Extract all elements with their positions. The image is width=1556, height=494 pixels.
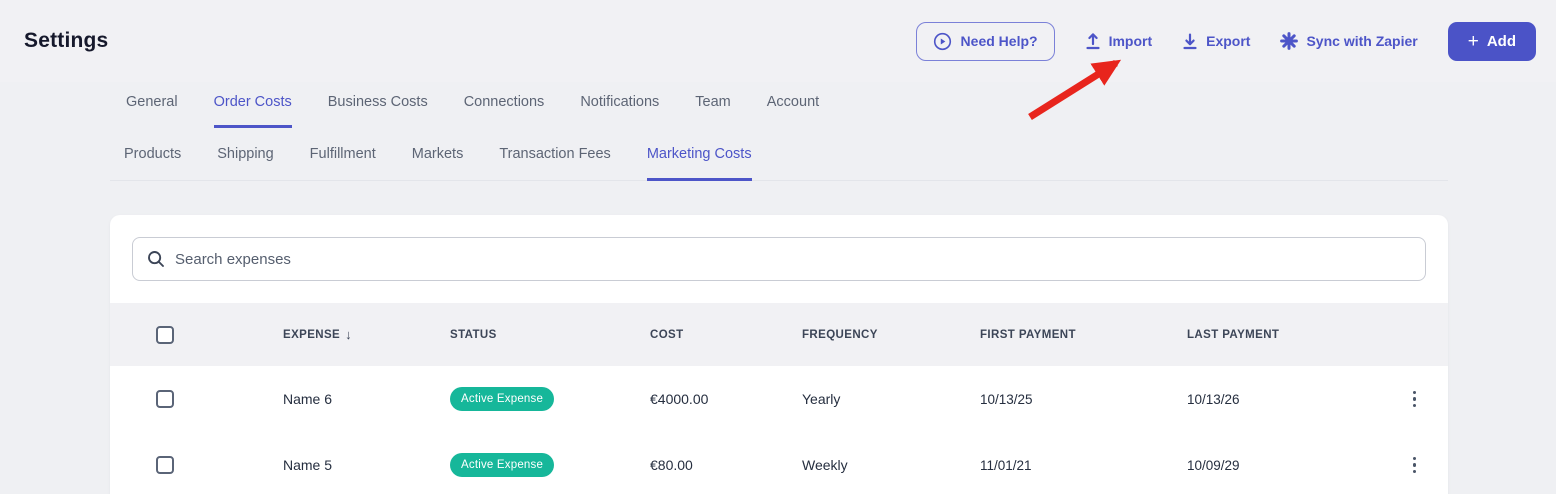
frequency-value: Yearly [802, 391, 980, 407]
expenses-card: EXPENSE ↓ STATUS COST FREQUENCY FIRST PA… [110, 215, 1448, 494]
search-bar [132, 237, 1426, 281]
export-button[interactable]: Export [1182, 32, 1250, 50]
download-icon [1182, 32, 1198, 50]
row-actions-menu-icon[interactable] [1407, 453, 1423, 478]
column-header-frequency[interactable]: FREQUENCY [802, 329, 980, 341]
status-badge: Active Expense [450, 453, 554, 477]
table-row: Name 5 Active Expense €80.00 Weekly 11/0… [110, 432, 1448, 494]
import-button[interactable]: Import [1085, 32, 1153, 50]
settings-tabs: General Order Costs Business Costs Conne… [126, 82, 1556, 128]
import-label: Import [1109, 33, 1153, 49]
column-header-last-payment[interactable]: LAST PAYMENT [1187, 329, 1366, 341]
table-header-row: EXPENSE ↓ STATUS COST FREQUENCY FIRST PA… [110, 303, 1448, 366]
tab-account[interactable]: Account [767, 94, 819, 128]
frequency-value: Weekly [802, 457, 980, 473]
first-payment-date: 10/13/25 [980, 392, 1187, 407]
search-input[interactable] [175, 251, 1411, 268]
subtab-products[interactable]: Products [124, 146, 181, 181]
need-help-label: Need Help? [961, 33, 1038, 49]
sync-label: Sync with Zapier [1306, 33, 1417, 49]
tab-team[interactable]: Team [695, 94, 730, 128]
add-label: Add [1487, 33, 1516, 50]
row-checkbox[interactable] [156, 390, 174, 408]
select-all-checkbox[interactable] [156, 326, 174, 344]
add-button[interactable]: + Add [1448, 22, 1536, 61]
sort-descending-icon[interactable]: ↓ [345, 327, 352, 342]
expense-name: Name 5 [283, 457, 450, 473]
topbar-actions: Need Help? Import Export [916, 22, 1536, 61]
tab-notifications[interactable]: Notifications [580, 94, 659, 128]
tab-business-costs[interactable]: Business Costs [328, 94, 428, 128]
upload-icon [1085, 32, 1101, 50]
subtab-transaction-fees[interactable]: Transaction Fees [499, 146, 610, 181]
page-title: Settings [24, 29, 108, 53]
zapier-asterisk-icon [1280, 32, 1298, 50]
table-row: Name 6 Active Expense €4000.00 Yearly 10… [110, 366, 1448, 432]
row-checkbox[interactable] [156, 456, 174, 474]
order-costs-subtabs-wrap: Products Shipping Fulfillment Markets Tr… [110, 146, 1448, 181]
play-circle-icon [933, 32, 952, 51]
cost-value: €4000.00 [650, 391, 802, 407]
sync-with-zapier-button[interactable]: Sync with Zapier [1280, 32, 1417, 50]
need-help-button[interactable]: Need Help? [916, 22, 1055, 61]
subtab-markets[interactable]: Markets [412, 146, 464, 181]
top-header-bar: Settings Need Help? Import [0, 0, 1556, 82]
first-payment-date: 11/01/21 [980, 458, 1187, 473]
subtab-fulfillment[interactable]: Fulfillment [310, 146, 376, 181]
row-actions-menu-icon[interactable] [1407, 387, 1423, 412]
cost-value: €80.00 [650, 457, 802, 473]
column-header-status[interactable]: STATUS [450, 329, 650, 341]
tab-connections[interactable]: Connections [464, 94, 545, 128]
status-badge: Active Expense [450, 387, 554, 411]
column-header-expense[interactable]: EXPENSE ↓ [283, 327, 450, 342]
plus-icon: + [1468, 32, 1479, 51]
tab-general[interactable]: General [126, 94, 178, 128]
tab-order-costs[interactable]: Order Costs [214, 94, 292, 128]
column-header-first-payment[interactable]: FIRST PAYMENT [980, 329, 1187, 341]
search-icon [147, 250, 165, 268]
order-costs-subtabs: Products Shipping Fulfillment Markets Tr… [124, 146, 1448, 180]
last-payment-date: 10/13/26 [1187, 392, 1366, 407]
export-label: Export [1206, 33, 1250, 49]
last-payment-date: 10/09/29 [1187, 458, 1366, 473]
expense-name: Name 6 [283, 391, 450, 407]
column-header-cost[interactable]: COST [650, 329, 802, 341]
subtab-marketing-costs[interactable]: Marketing Costs [647, 146, 752, 181]
subtab-shipping[interactable]: Shipping [217, 146, 273, 181]
